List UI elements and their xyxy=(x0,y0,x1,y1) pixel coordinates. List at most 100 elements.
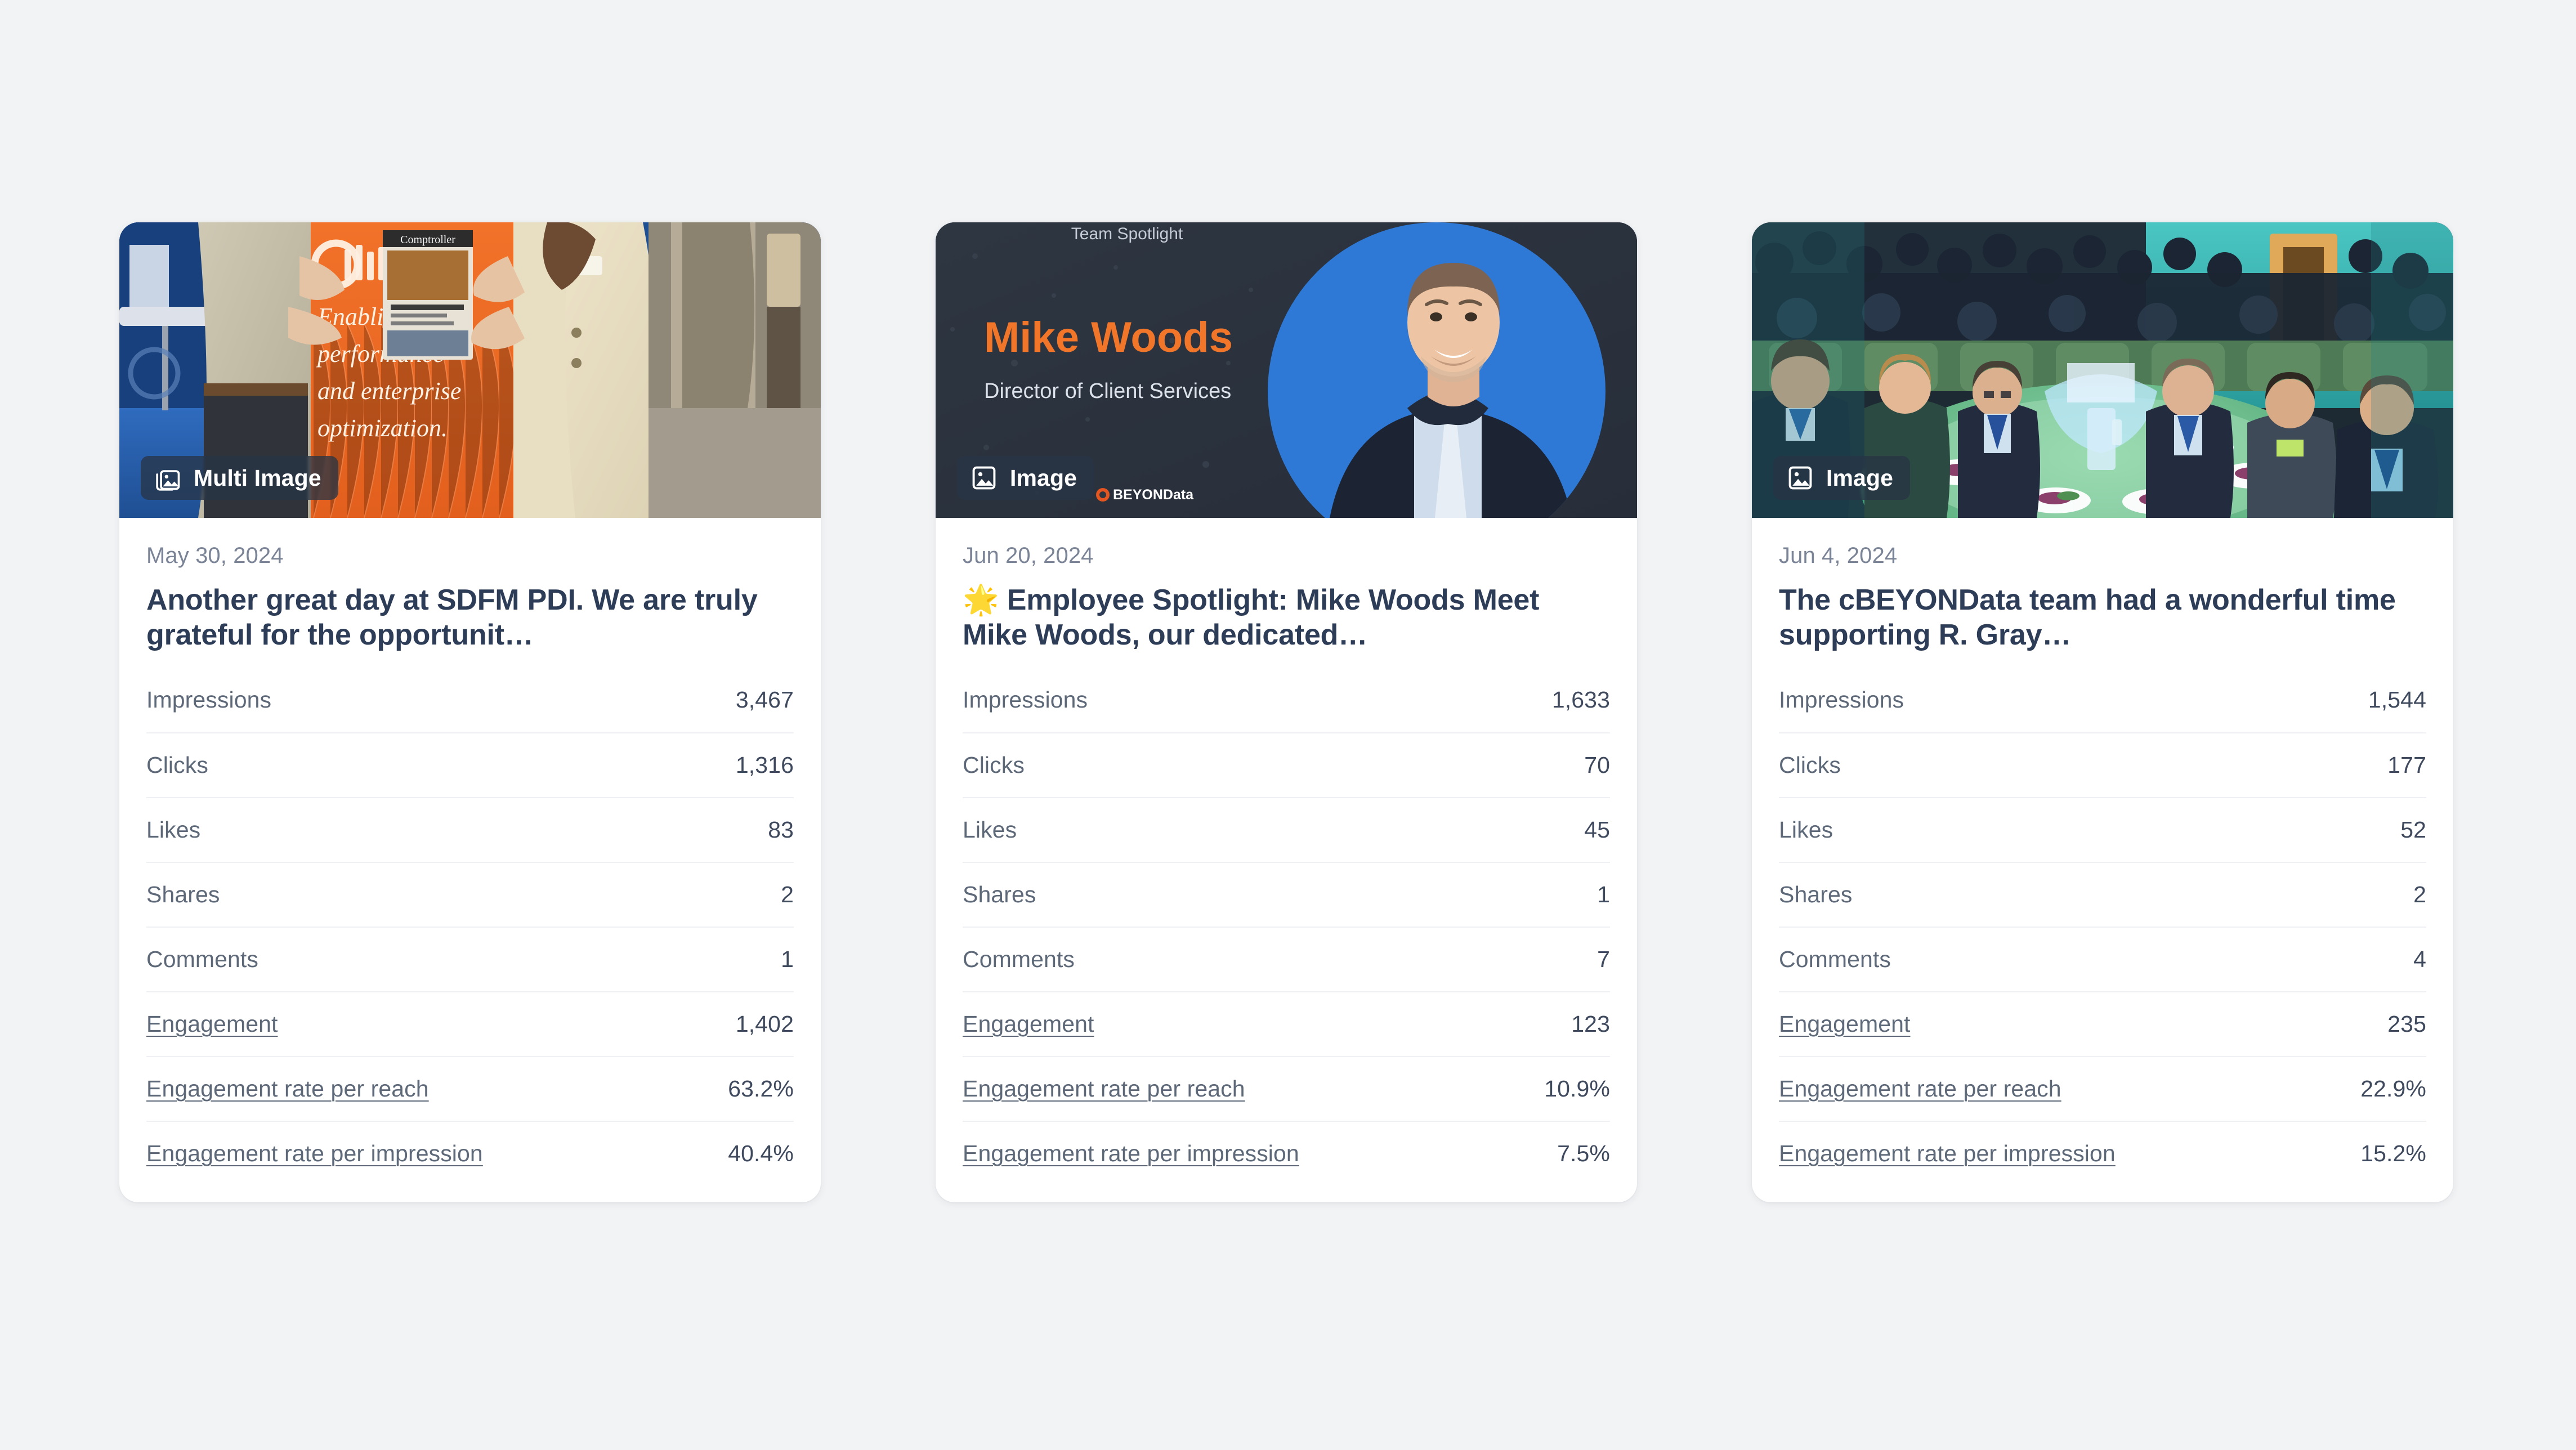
metric-label-link-engagement-rate-per-impression[interactable]: Engagement rate per impression xyxy=(963,1140,1299,1166)
post-media-tradeshow[interactable]: Enabling pea performance and enterprise … xyxy=(119,222,821,518)
svg-text:optimization.: optimization. xyxy=(317,414,448,442)
svg-text:and enterprise: and enterprise xyxy=(317,377,461,405)
metric-row-impressions: Impressions 1,633 xyxy=(963,668,1610,732)
post-card-grid: Enabling pea performance and enterprise … xyxy=(119,222,2456,1202)
image-icon xyxy=(972,466,996,490)
metric-label-link-engagement-rate-per-reach[interactable]: Engagement rate per reach xyxy=(146,1076,429,1102)
post-analytics-board: Enabling pea performance and enterprise … xyxy=(0,0,2576,1450)
metric-row-engagement-rate-per-reach[interactable]: Engagement rate per reach 63.2% xyxy=(146,1055,794,1121)
svg-text:Director of Client Services: Director of Client Services xyxy=(984,379,1231,403)
metric-value: 45 xyxy=(1584,816,1610,843)
metric-label-link-engagement-rate-per-impression[interactable]: Engagement rate per impression xyxy=(1779,1140,2116,1166)
metric-label: Impressions xyxy=(1779,686,1904,713)
metric-row-clicks: Clicks 70 xyxy=(963,732,1610,797)
metric-row-impressions: Impressions 3,467 xyxy=(146,668,794,732)
metric-row-engagement[interactable]: Engagement 123 xyxy=(963,991,1610,1056)
metric-value: 15.2% xyxy=(2360,1140,2426,1166)
post-card-body: Jun 20, 2024 🌟 Employee Spotlight: Mike … xyxy=(936,518,1637,1202)
metric-value: 123 xyxy=(1571,1010,1610,1037)
metric-value: 10.9% xyxy=(1544,1075,1610,1102)
metric-value: 177 xyxy=(2387,751,2426,778)
metric-row-impressions: Impressions 1,544 xyxy=(1779,668,2426,732)
post-card-body: May 30, 2024 Another great day at SDFM P… xyxy=(119,518,821,1202)
metric-label-link-engagement[interactable]: Engagement xyxy=(963,1011,1094,1037)
multi-image-icon xyxy=(156,470,180,491)
metric-label: Clicks xyxy=(146,751,208,778)
metric-row-engagement-rate-per-reach[interactable]: Engagement rate per reach 10.9% xyxy=(963,1055,1610,1121)
post-card-body: Jun 4, 2024 The cBEYONData team had a wo… xyxy=(1752,518,2453,1202)
metric-value: 3,467 xyxy=(735,686,794,713)
metric-value: 22.9% xyxy=(2360,1075,2426,1102)
metric-row-engagement[interactable]: Engagement 1,402 xyxy=(146,991,794,1056)
post-metrics-list: Impressions 1,633 Clicks 70 Likes 45 Sha… xyxy=(963,668,1610,1185)
metric-label: Impressions xyxy=(963,686,1088,713)
metric-value: 2 xyxy=(781,881,794,907)
metric-row-engagement-rate-per-impression[interactable]: Engagement rate per impression 7.5% xyxy=(963,1120,1610,1185)
metric-value: 7 xyxy=(1597,946,1610,972)
metric-value: 1,316 xyxy=(735,751,794,778)
metric-row-likes: Likes 45 xyxy=(963,796,1610,862)
media-type-label: Image xyxy=(1826,464,1893,491)
post-date: Jun 20, 2024 xyxy=(963,543,1094,568)
metric-label: Likes xyxy=(1779,816,1833,843)
post-media-team-spotlight[interactable]: Team Spotlight Mike Woods Director of Cl… xyxy=(936,222,1637,518)
post-date: May 30, 2024 xyxy=(146,543,284,568)
post-metrics-list: Impressions 3,467 Clicks 1,316 Likes 83 … xyxy=(146,668,794,1185)
post-metrics-list: Impressions 1,544 Clicks 177 Likes 52 Sh… xyxy=(1779,668,2426,1185)
metric-value: 83 xyxy=(768,816,794,843)
metric-row-likes: Likes 52 xyxy=(1779,796,2426,862)
metric-label: Comments xyxy=(963,946,1075,972)
metric-row-engagement[interactable]: Engagement 235 xyxy=(1779,991,2426,1056)
post-title: 🌟 Employee Spotlight: Mike Woods Meet Mi… xyxy=(963,584,1540,651)
metric-value: 40.4% xyxy=(728,1140,794,1166)
post-title: Another great day at SDFM PDI. We are tr… xyxy=(146,584,758,651)
metric-row-clicks: Clicks 177 xyxy=(1779,732,2426,797)
metric-row-engagement-rate-per-impression[interactable]: Engagement rate per impression 15.2% xyxy=(1779,1120,2426,1185)
svg-text:Mike Woods: Mike Woods xyxy=(984,314,1233,361)
metric-row-shares: Shares 2 xyxy=(146,861,794,927)
metric-value: 7.5% xyxy=(1557,1140,1610,1166)
metric-label: Clicks xyxy=(963,751,1025,778)
post-card[interactable]: Team Spotlight Mike Woods Director of Cl… xyxy=(936,222,1637,1202)
metric-value: 52 xyxy=(2400,816,2426,843)
metric-value: 1,544 xyxy=(2368,686,2426,713)
metric-label: Impressions xyxy=(146,686,272,713)
metric-row-engagement-rate-per-reach[interactable]: Engagement rate per reach 22.9% xyxy=(1779,1055,2426,1121)
metric-row-likes: Likes 83 xyxy=(146,796,794,862)
metric-label: Likes xyxy=(963,816,1017,843)
post-date: Jun 4, 2024 xyxy=(1779,543,1898,568)
metric-label-link-engagement-rate-per-reach[interactable]: Engagement rate per reach xyxy=(1779,1076,2061,1102)
metric-value: 2 xyxy=(2413,881,2426,907)
media-type-label: Image xyxy=(1010,464,1077,491)
metric-label-link-engagement[interactable]: Engagement xyxy=(146,1011,278,1037)
metric-value: 63.2% xyxy=(728,1075,794,1102)
metric-value: 1 xyxy=(781,946,794,972)
media-type-badge[interactable]: Multi Image xyxy=(141,456,338,500)
metric-value: 70 xyxy=(1584,751,1610,778)
metric-row-comments: Comments 4 xyxy=(1779,926,2426,991)
metric-label-link-engagement[interactable]: Engagement xyxy=(1779,1011,1911,1037)
metric-label: Shares xyxy=(963,881,1036,907)
metric-row-shares: Shares 1 xyxy=(963,861,1610,927)
svg-text:Comptroller: Comptroller xyxy=(400,234,455,246)
metric-label-link-engagement-rate-per-impression[interactable]: Engagement rate per impression xyxy=(146,1140,483,1166)
metric-label: Clicks xyxy=(1779,751,1841,778)
svg-text:BEYONData: BEYONData xyxy=(1113,487,1194,503)
metric-row-comments: Comments 7 xyxy=(963,926,1610,991)
image-icon xyxy=(1788,466,1812,490)
metric-label: Comments xyxy=(146,946,259,972)
metric-label: Comments xyxy=(1779,946,1891,972)
post-card[interactable]: Enabling pea performance and enterprise … xyxy=(119,222,821,1202)
metric-value: 4 xyxy=(2413,946,2426,972)
media-type-badge[interactable]: Image xyxy=(1773,456,1910,500)
metric-row-engagement-rate-per-impression[interactable]: Engagement rate per impression 40.4% xyxy=(146,1120,794,1185)
metric-row-clicks: Clicks 1,316 xyxy=(146,732,794,797)
media-type-badge[interactable]: Image xyxy=(957,456,1094,500)
post-title: The cBEYONData team had a wonderful time… xyxy=(1779,584,2396,651)
post-media-gala[interactable]: Image xyxy=(1752,222,2453,518)
post-card[interactable]: Image Jun 4, 2024 The cBEYONData team ha… xyxy=(1752,222,2453,1202)
metric-value: 1 xyxy=(1597,881,1610,907)
metric-value: 1,633 xyxy=(1551,686,1610,713)
metric-label-link-engagement-rate-per-reach[interactable]: Engagement rate per reach xyxy=(963,1076,1245,1102)
svg-text:Team Spotlight: Team Spotlight xyxy=(1071,225,1183,243)
